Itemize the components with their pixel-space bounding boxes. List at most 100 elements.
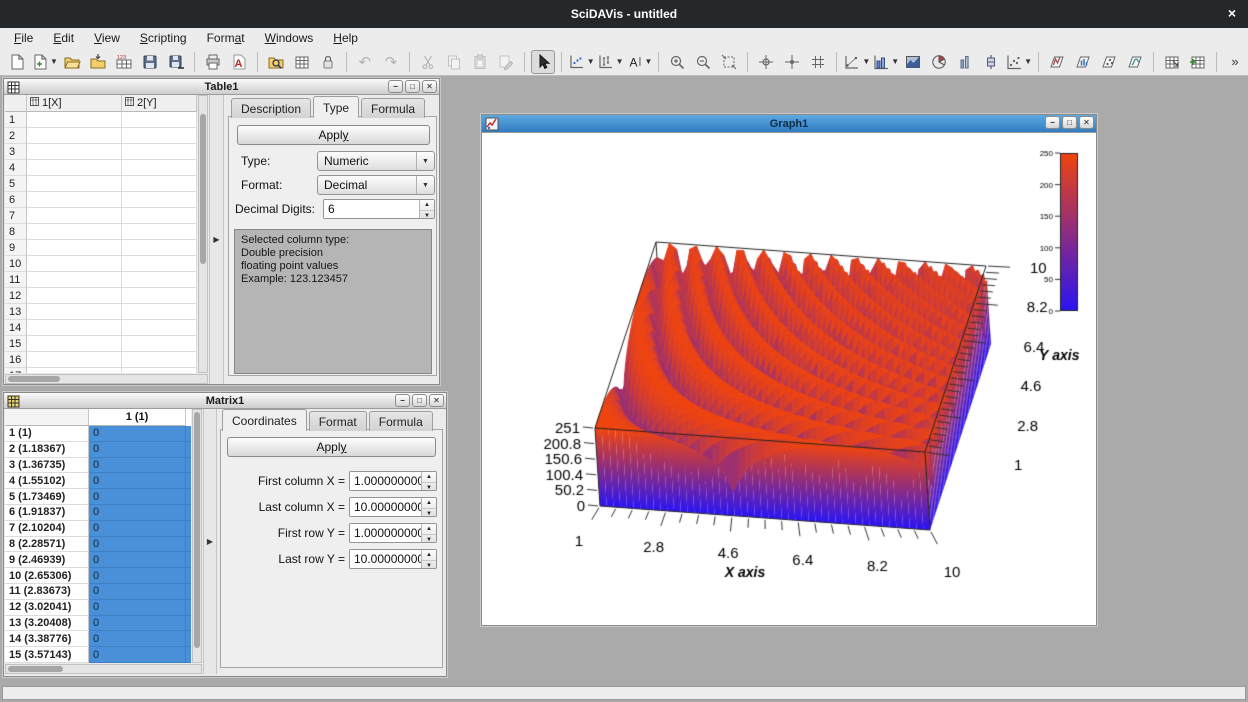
matrix-row-header[interactable]: 9 (2.46939) bbox=[5, 552, 89, 568]
save-template-icon[interactable] bbox=[164, 50, 188, 74]
table-row[interactable]: 4 bbox=[5, 160, 197, 176]
matrix-row[interactable]: 15 (3.57143)0 bbox=[5, 647, 191, 663]
tab-coordinates[interactable]: Coordinates bbox=[222, 409, 307, 431]
matrix-corner-cell[interactable] bbox=[5, 409, 89, 426]
matrix-row-header[interactable]: 4 (1.55102) bbox=[5, 473, 89, 489]
matrix-row[interactable]: 4 (1.55102)0 bbox=[5, 473, 191, 489]
matrix-row-header[interactable]: 2 (1.18367) bbox=[5, 442, 89, 458]
minimize-button[interactable]: − bbox=[395, 394, 410, 407]
table1-titlebar[interactable]: Table1 − □ ✕ bbox=[4, 79, 439, 95]
matrix-row[interactable]: 9 (2.46939)0 bbox=[5, 552, 191, 568]
first-row-y-stepper[interactable]: 1.000000000▲▼ bbox=[349, 523, 437, 543]
results-log-icon[interactable] bbox=[290, 50, 314, 74]
paste-icon[interactable] bbox=[468, 50, 492, 74]
line-plot-icon[interactable]: ▼ bbox=[843, 50, 870, 74]
matrix-row[interactable]: 2 (1.18367)0 bbox=[5, 442, 191, 458]
tab-type[interactable]: Type bbox=[313, 96, 359, 118]
rescale-icon[interactable] bbox=[717, 50, 741, 74]
row-number[interactable]: 11 bbox=[5, 272, 27, 288]
table-row[interactable]: 14 bbox=[5, 320, 197, 336]
menu-format[interactable]: Format bbox=[197, 29, 255, 47]
close-button[interactable]: ✕ bbox=[1079, 116, 1094, 129]
print-icon[interactable] bbox=[201, 50, 225, 74]
matrix-cell[interactable] bbox=[186, 631, 191, 647]
table-cell[interactable] bbox=[122, 224, 197, 240]
matrix-row-header[interactable]: 15 (3.57143) bbox=[5, 647, 89, 663]
table-cell[interactable] bbox=[122, 176, 197, 192]
matrix-row[interactable]: 12 (3.02041)0 bbox=[5, 600, 191, 616]
matrix-cell[interactable]: 0 bbox=[89, 473, 186, 489]
spin-up-icon[interactable]: ▲ bbox=[422, 498, 436, 509]
row-number[interactable]: 2 bbox=[5, 128, 27, 144]
minimize-button[interactable]: − bbox=[388, 80, 403, 93]
tab-description[interactable]: Description bbox=[231, 98, 311, 118]
table-cell[interactable] bbox=[122, 192, 197, 208]
decimal-digits-stepper[interactable]: 6 ▲▼ bbox=[323, 199, 435, 219]
new-aspect-icon[interactable]: ▼ bbox=[31, 50, 58, 74]
matrix-cell[interactable]: 0 bbox=[89, 489, 186, 505]
matrix-hscrollbar[interactable] bbox=[5, 664, 202, 674]
table-cell[interactable] bbox=[27, 256, 122, 272]
matrix1-apply-button[interactable]: Apply bbox=[227, 437, 436, 457]
menu-windows[interactable]: Windows bbox=[255, 29, 324, 47]
lock-toolbars-icon[interactable] bbox=[316, 50, 340, 74]
table-row[interactable]: 7 bbox=[5, 208, 197, 224]
spin-down-icon[interactable]: ▼ bbox=[422, 561, 436, 569]
tab-formula[interactable]: Formula bbox=[361, 98, 425, 118]
table-row[interactable]: 9 bbox=[5, 240, 197, 256]
spin-up-icon[interactable]: ▲ bbox=[422, 524, 436, 535]
append-project-icon[interactable] bbox=[86, 50, 110, 74]
row-number[interactable]: 3 bbox=[5, 144, 27, 160]
matrix-cell[interactable] bbox=[186, 647, 191, 663]
column-plot-icon[interactable]: ▼ bbox=[872, 50, 899, 74]
menu-file[interactable]: File bbox=[4, 29, 43, 47]
plot3d-scatter-icon[interactable] bbox=[1097, 50, 1121, 74]
scatter-plot-icon[interactable]: ▼ bbox=[1005, 50, 1032, 74]
last-row-y-stepper[interactable]: 10.00000000▲▼ bbox=[349, 549, 437, 569]
matrix1-titlebar[interactable]: Matrix1 − □ ✕ bbox=[4, 393, 446, 409]
maximize-button[interactable]: □ bbox=[412, 394, 427, 407]
table-cell[interactable] bbox=[122, 304, 197, 320]
last-column-x-stepper[interactable]: 10.00000000▲▼ bbox=[349, 497, 437, 517]
table-row[interactable]: 5 bbox=[5, 176, 197, 192]
matrix-column-header[interactable]: 1 (1) bbox=[89, 409, 186, 426]
table-cell[interactable] bbox=[27, 176, 122, 192]
app-close-icon[interactable]: × bbox=[1228, 5, 1236, 21]
table-cell[interactable] bbox=[27, 272, 122, 288]
delete-icon[interactable] bbox=[494, 50, 518, 74]
matrix-cell[interactable]: 0 bbox=[89, 426, 186, 442]
matrix-cell[interactable]: 0 bbox=[89, 521, 186, 537]
open-project-icon[interactable] bbox=[60, 50, 84, 74]
matrix-row-header[interactable]: 7 (2.10204) bbox=[5, 521, 89, 537]
matrix-cell[interactable] bbox=[186, 552, 191, 568]
table-cell[interactable] bbox=[27, 288, 122, 304]
table-row[interactable]: 15 bbox=[5, 336, 197, 352]
table-cell[interactable] bbox=[27, 112, 122, 128]
add-curve-icon[interactable]: ▼ bbox=[568, 50, 595, 74]
statistics-plot-icon[interactable] bbox=[953, 50, 977, 74]
close-button[interactable]: ✕ bbox=[422, 80, 437, 93]
matrix-row-header[interactable]: 3 (1.36735) bbox=[5, 458, 89, 474]
table-cell[interactable] bbox=[122, 336, 197, 352]
matrix-row-header[interactable]: 13 (3.20408) bbox=[5, 616, 89, 632]
matrix-row-header[interactable]: 10 (2.65306) bbox=[5, 568, 89, 584]
plot3d-trajectory-icon[interactable] bbox=[1045, 50, 1069, 74]
matrix-cell[interactable]: 0 bbox=[89, 537, 186, 553]
table-cell[interactable] bbox=[27, 336, 122, 352]
column-header[interactable]: 2[Y] bbox=[122, 95, 197, 112]
table-row[interactable]: 1 bbox=[5, 112, 197, 128]
plot3d-canvas[interactable] bbox=[483, 134, 1096, 625]
spin-up-icon[interactable]: ▲ bbox=[422, 550, 436, 561]
format-select[interactable]: Decimal ▼ bbox=[317, 175, 435, 195]
table-hscrollbar[interactable] bbox=[5, 374, 208, 384]
table-corner-cell[interactable] bbox=[5, 95, 27, 112]
row-number[interactable]: 9 bbox=[5, 240, 27, 256]
row-number[interactable]: 10 bbox=[5, 256, 27, 272]
graph1-titlebar[interactable]: Graph1 − □ ✕ bbox=[482, 115, 1096, 133]
add-error-bars-icon[interactable]: ▼ bbox=[597, 50, 624, 74]
first-column-x-stepper[interactable]: 1.000000000▲▼ bbox=[349, 471, 437, 491]
plot-table-icon[interactable] bbox=[1160, 50, 1184, 74]
row-number[interactable]: 1 bbox=[5, 112, 27, 128]
matrix-cell[interactable]: 0 bbox=[89, 458, 186, 474]
table-cell[interactable] bbox=[122, 256, 197, 272]
